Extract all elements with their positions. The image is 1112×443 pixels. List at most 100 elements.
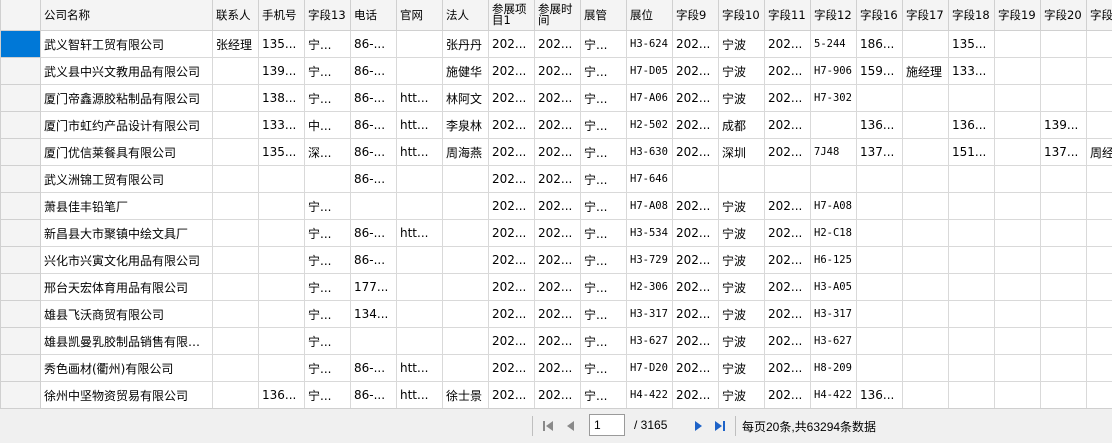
table-cell[interactable]: 厦门市虹约产品设计有限公司 [41,112,213,139]
table-cell[interactable] [949,220,995,247]
table-cell[interactable]: 宁... [305,85,351,112]
table-cell[interactable] [1087,274,1112,301]
table-cell[interactable]: 202... [489,382,535,409]
table-cell[interactable]: 宁... [305,328,351,355]
table-cell[interactable]: 宁... [581,166,627,193]
table-cell[interactable]: 宁... [305,193,351,220]
table-row[interactable]: 兴化市兴寅文化用品有限公司宁...86-...202...202...宁...H… [1,247,1112,274]
table-cell[interactable]: 202... [673,139,719,166]
table-cell[interactable] [903,139,949,166]
table-cell[interactable]: 宁波 [719,355,765,382]
table-cell[interactable] [949,274,995,301]
column-header[interactable]: 字段11 [765,0,811,31]
row-selector[interactable] [1,382,41,409]
header-corner[interactable] [1,0,41,31]
table-cell[interactable] [213,139,259,166]
table-cell[interactable] [903,193,949,220]
table-cell[interactable] [995,247,1041,274]
column-header[interactable]: 展管 [581,0,627,31]
column-header[interactable]: 字段20 [1041,0,1087,31]
table-cell[interactable] [1041,166,1087,193]
table-cell[interactable] [995,355,1041,382]
table-cell[interactable]: 雄县飞沃商贸有限公司 [41,301,213,328]
column-header[interactable]: 字段13 [305,0,351,31]
table-cell[interactable] [857,85,903,112]
row-selector[interactable] [1,31,41,58]
table-cell[interactable]: 86-... [351,166,397,193]
table-cell[interactable]: 宁... [581,193,627,220]
table-cell[interactable] [903,328,949,355]
table-cell[interactable]: 139... [259,58,305,85]
page-number-input[interactable] [589,414,625,436]
table-cell[interactable] [213,85,259,112]
table-cell[interactable]: H3-624 [627,31,673,58]
table-cell[interactable] [995,193,1041,220]
row-selector[interactable] [1,112,41,139]
table-cell[interactable] [1041,193,1087,220]
column-header[interactable]: 联系人 [213,0,259,31]
table-cell[interactable] [397,193,443,220]
table-cell[interactable]: 宁... [581,139,627,166]
table-row[interactable]: 武义县中兴文教用品有限公司139...宁...86-...施健华202...20… [1,58,1112,85]
table-cell[interactable]: 202... [765,355,811,382]
table-cell[interactable] [259,193,305,220]
table-cell[interactable]: H2-306 [627,274,673,301]
table-cell[interactable]: 7J48 [811,139,857,166]
table-cell[interactable]: 202... [535,220,581,247]
table-cell[interactable] [1087,220,1112,247]
table-cell[interactable] [765,166,811,193]
row-selector[interactable] [1,328,41,355]
table-cell[interactable]: H4-422 [811,382,857,409]
table-cell[interactable]: H2-C18 [811,220,857,247]
table-cell[interactable]: 周海燕 [443,139,489,166]
table-cell[interactable]: 202... [673,247,719,274]
table-cell[interactable]: H2-502 [627,112,673,139]
table-cell[interactable]: 施健华 [443,58,489,85]
table-cell[interactable]: H3-534 [627,220,673,247]
table-cell[interactable] [1087,166,1112,193]
table-cell[interactable] [995,328,1041,355]
table-cell[interactable]: 133... [259,112,305,139]
table-cell[interactable] [443,166,489,193]
table-cell[interactable]: 86-... [351,112,397,139]
column-header[interactable]: 字段18 [949,0,995,31]
table-cell[interactable] [1087,247,1112,274]
table-cell[interactable] [213,193,259,220]
table-cell[interactable]: 宁... [305,31,351,58]
table-cell[interactable] [857,193,903,220]
table-cell[interactable]: 宁... [305,355,351,382]
table-cell[interactable] [857,274,903,301]
table-row[interactable]: 秀色画材(衢州)有限公司宁...86-...htt...202...202...… [1,355,1112,382]
table-cell[interactable] [1087,112,1112,139]
table-cell[interactable]: 施经理 [903,58,949,85]
table-cell[interactable] [719,166,765,193]
table-cell[interactable]: H7-906 [811,58,857,85]
table-cell[interactable]: H4-422 [627,382,673,409]
table-cell[interactable]: 宁波 [719,274,765,301]
table-cell[interactable]: 202... [765,85,811,112]
last-page-icon[interactable] [712,418,728,434]
table-cell[interactable] [397,274,443,301]
row-selector[interactable] [1,58,41,85]
table-cell[interactable]: 宁... [581,247,627,274]
table-cell[interactable]: 5-244 [811,31,857,58]
prev-page-icon[interactable] [563,418,579,434]
table-cell[interactable] [857,220,903,247]
table-cell[interactable] [397,301,443,328]
table-cell[interactable]: 202... [765,31,811,58]
table-row[interactable]: 邢台天宏体育用品有限公司宁...177...202...202...宁...H2… [1,274,1112,301]
table-cell[interactable]: 186... [857,31,903,58]
table-cell[interactable] [1041,382,1087,409]
table-cell[interactable]: 202... [765,301,811,328]
table-cell[interactable]: 宁... [581,58,627,85]
table-cell[interactable] [259,220,305,247]
table-cell[interactable]: 134... [351,301,397,328]
table-cell[interactable]: 宁... [581,355,627,382]
table-cell[interactable]: htt... [397,220,443,247]
table-cell[interactable]: 86-... [351,85,397,112]
table-cell[interactable]: 202... [673,382,719,409]
table-cell[interactable]: 139... [1041,112,1087,139]
table-cell[interactable]: 成都 [719,112,765,139]
column-header[interactable]: 字段 [1087,0,1112,31]
table-row[interactable]: 新昌县大市聚镇中绘文具厂宁...86-...htt...202...202...… [1,220,1112,247]
